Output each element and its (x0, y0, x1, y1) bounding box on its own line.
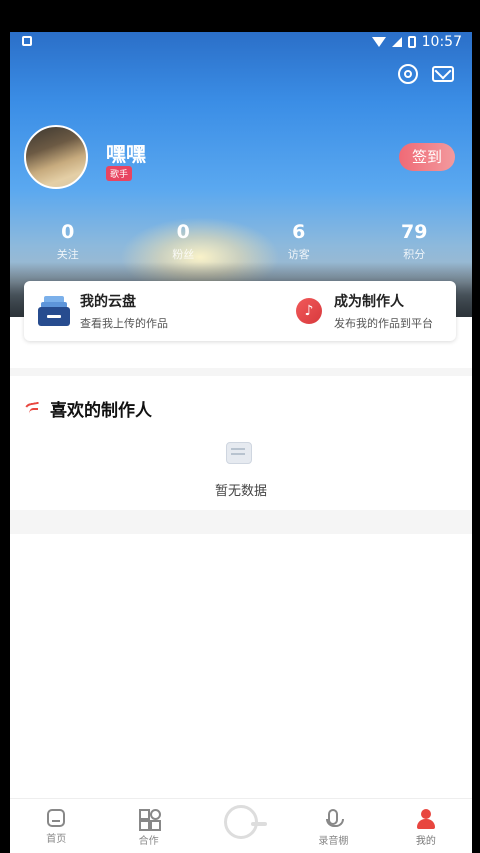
become-creator-subtitle: 发布我的作品到平台 (334, 317, 433, 330)
favorites-title: 喜欢的制作人 (50, 401, 152, 421)
status-time: 10:57 (421, 34, 462, 50)
stat-value: 79 (401, 221, 428, 243)
stat-value: 0 (176, 221, 190, 243)
screen: 10:57 嘿嘿 歌手 签到 0 关注 0 粉丝 6 访客 79 积分 我的云盘… (10, 32, 472, 853)
mail-icon[interactable] (432, 66, 454, 82)
stat-label: 粉丝 (172, 248, 195, 261)
nav-mine[interactable]: 我的 (380, 799, 472, 853)
user-icon (416, 809, 436, 829)
stat-fans[interactable]: 0 粉丝 (126, 220, 242, 262)
username: 嘿嘿 (106, 142, 146, 166)
stat-value: 6 (292, 221, 306, 243)
cloud-drive-title: 我的云盘 (80, 294, 136, 310)
notification-icon (22, 36, 32, 46)
status-bar-right: 10:57 (371, 34, 462, 50)
become-creator-title: 成为制作人 (334, 294, 404, 310)
music-note-icon: ♪ (296, 298, 322, 324)
microphone-icon (326, 809, 345, 827)
checkin-button[interactable]: 签到 (399, 143, 455, 171)
stats-row: 0 关注 0 粉丝 6 访客 79 积分 (10, 220, 472, 262)
nav-home[interactable]: 首页 (10, 799, 102, 853)
section-divider (10, 510, 472, 534)
empty-state-icon (220, 438, 256, 468)
my-cloud-drive[interactable]: 我的云盘 查看我上传的作品 (38, 281, 168, 341)
grid-icon (138, 809, 161, 831)
signal-icon (391, 37, 402, 47)
stat-value: 0 (61, 221, 75, 243)
battery-icon (407, 36, 416, 48)
gear-icon[interactable] (398, 64, 418, 84)
quick-actions-card: 我的云盘 查看我上传的作品 ♪ 成为制作人 发布我的作品到平台 (24, 281, 456, 341)
cloud-drive-icon (38, 296, 70, 326)
section-divider (10, 368, 472, 376)
stat-label: 访客 (287, 248, 310, 261)
nav-label: 录音棚 (318, 836, 349, 847)
nav-label: 合作 (138, 836, 159, 847)
nav-label: 我的 (415, 836, 436, 847)
stat-label: 关注 (56, 248, 79, 261)
wifi-icon (371, 37, 386, 47)
favorites-header: 喜欢的制作人 (24, 396, 152, 421)
stat-visitors[interactable]: 6 访客 (241, 220, 357, 262)
cloud-drive-subtitle: 查看我上传的作品 (80, 317, 168, 330)
empty-state-text: 暂无数据 (214, 484, 267, 499)
nav-label: 首页 (46, 834, 67, 845)
become-creator[interactable]: ♪ 成为制作人 发布我的作品到平台 (296, 281, 433, 341)
home-icon (47, 809, 66, 827)
stat-label: 积分 (403, 248, 426, 261)
role-badge: 歌手 (106, 166, 133, 181)
stat-following[interactable]: 0 关注 (10, 220, 126, 262)
signal-wave-icon (24, 401, 40, 417)
stat-points[interactable]: 79 积分 (357, 220, 473, 262)
nav-studio[interactable]: 录音棚 (287, 799, 379, 853)
status-bar: 10:57 (10, 32, 472, 54)
header-actions (398, 64, 454, 84)
avatar[interactable] (24, 125, 88, 189)
bottom-navigation: 首页 合作 录音棚 我的 (10, 798, 472, 853)
nav-center-record[interactable] (195, 799, 287, 853)
center-record-icon (224, 805, 268, 839)
nav-cooperation[interactable]: 合作 (102, 799, 194, 853)
